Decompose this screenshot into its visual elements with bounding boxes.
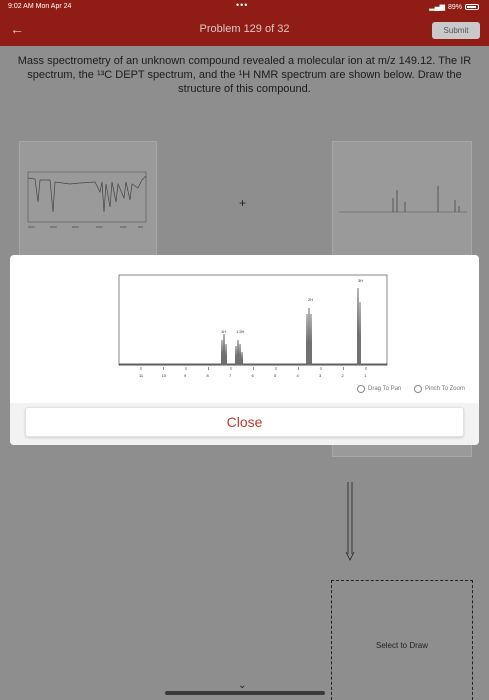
pinch-hint-label: Pinch To Zoom bbox=[425, 386, 465, 392]
nmr-thumbnail-edge[interactable] bbox=[332, 445, 472, 457]
draw-area[interactable]: Select to Draw bbox=[331, 580, 473, 700]
pinch-to-zoom-hint: Pinch To Zoom bbox=[414, 385, 465, 393]
signal-icon: ▂▄▆ bbox=[429, 4, 445, 11]
draw-area-label: Select to Draw bbox=[375, 641, 429, 650]
nmr-axis-tick-label: 11 bbox=[139, 373, 144, 378]
status-right: ▂▄▆ 89% bbox=[429, 3, 479, 11]
page-title: Problem 129 of 32 bbox=[199, 23, 290, 35]
svg-text:4000: 4000 bbox=[28, 225, 35, 229]
status-time: 9:02 AM Mon Apr 24 bbox=[8, 3, 72, 10]
home-indicator[interactable] bbox=[165, 691, 325, 695]
battery-percent: 89% bbox=[447, 3, 462, 11]
nmr-axis-tick-label: 7 bbox=[229, 373, 232, 378]
svg-text:500: 500 bbox=[138, 225, 143, 229]
close-button[interactable]: Close bbox=[25, 407, 464, 437]
drag-to-pan-hint: Drag To Pan bbox=[357, 385, 401, 393]
ir-spectrum-graphic: 4000 3000 2000 1500 1000 500 bbox=[27, 171, 147, 229]
multitask-dots[interactable]: ••• bbox=[236, 0, 248, 10]
pinch-icon bbox=[414, 385, 422, 393]
chevron-down-icon[interactable]: ⌄ bbox=[238, 680, 246, 691]
nmr-peak-label: 3H bbox=[358, 278, 363, 283]
dept-spectrum-thumbnail[interactable] bbox=[332, 141, 472, 259]
modal-footer: Close bbox=[10, 403, 479, 445]
nmr-axis-tick-label: 10 bbox=[162, 373, 167, 378]
nmr-peak-label: 1.5H bbox=[236, 329, 245, 334]
nmr-axis-tick-label: 8 bbox=[207, 373, 210, 378]
nmr-peak-label: 1H bbox=[221, 329, 226, 334]
submit-button[interactable]: Submit bbox=[432, 22, 480, 39]
svg-text:3000: 3000 bbox=[50, 225, 57, 229]
nmr-axis-tick-label: 6 bbox=[252, 373, 255, 378]
battery-icon bbox=[465, 4, 479, 10]
nmr-axis-tick-label: 1 bbox=[364, 373, 367, 378]
dept-spectrum-graphic bbox=[339, 186, 467, 213]
ir-spectrum-thumbnail[interactable]: 4000 3000 2000 1500 1000 500 bbox=[19, 141, 157, 259]
svg-text:2000: 2000 bbox=[72, 225, 79, 229]
nmr-axis-tick-label: 5 bbox=[274, 373, 277, 378]
header-bar: ← Problem 129 of 32 Submit bbox=[0, 14, 489, 46]
nmr-axis-tick-label: 3 bbox=[319, 373, 322, 378]
status-bar: 9:02 AM Mon Apr 24 ••• ▂▄▆ 89% bbox=[0, 0, 489, 14]
drag-hint-label: Drag To Pan bbox=[368, 386, 402, 392]
hand-icon bbox=[357, 385, 365, 393]
question-text: Mass spectrometry of an unknown compound… bbox=[17, 55, 472, 95]
nmr-axis: 11 10 9 8 7 6 5 4 3 2 1 bbox=[139, 367, 367, 378]
down-arrow-icon bbox=[345, 482, 355, 561]
nmr-peak-label: 2H bbox=[308, 297, 313, 302]
svg-text:1000: 1000 bbox=[120, 225, 127, 229]
nmr-axis-tick-label: 2 bbox=[342, 373, 345, 378]
nmr-axis-tick-label: 4 bbox=[297, 373, 300, 378]
nmr-zoom-modal: 3H 2H 1H 1.5H Drag To Pan Pinch To Zoom Clo… bbox=[10, 255, 479, 445]
plus-sign: + bbox=[239, 196, 247, 210]
svg-text:1500: 1500 bbox=[96, 225, 103, 229]
h-nmr-spectrum-graphic[interactable]: 3H 2H 1H 1.5H bbox=[118, 274, 390, 366]
nmr-axis-tick-label: 9 bbox=[184, 373, 187, 378]
